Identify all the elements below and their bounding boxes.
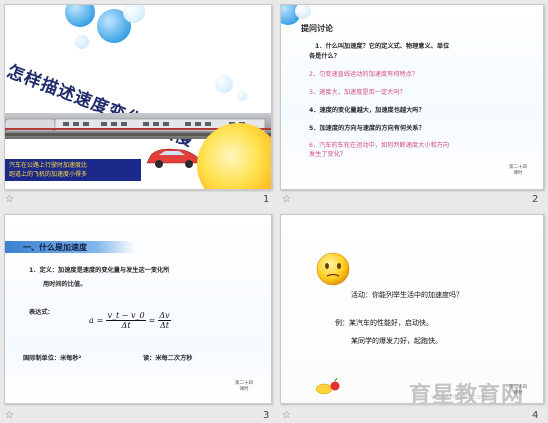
slide-number: 1: [263, 194, 270, 205]
question-4: 4．速度的变化量越大，加速度也越大吗？: [309, 107, 425, 114]
slide-footer: 第二十四 课时: [503, 165, 533, 177]
decor-bubble: [295, 5, 311, 19]
question-1-line-2: 各是什么？: [309, 53, 340, 60]
question-3: 3．速度大，加速度是否一定大吗？: [309, 89, 406, 96]
formula-fraction-1: v_t − v_0 Δt: [106, 311, 146, 330]
footer-line-2: 课时: [513, 170, 523, 176]
question-6-line-2: 发生了变化？: [309, 151, 347, 158]
formula-denominator-1: Δt: [121, 321, 131, 330]
slide-number: 2: [532, 194, 539, 205]
decor-bubble: [75, 35, 89, 49]
slide-thumbnail-3[interactable]: 一、什么是加速度 1．定义：加速度是速度的变化量与发生这一变化所 用时间的比值。…: [4, 214, 272, 404]
definition-line-1: 1．定义：加速度是速度的变化量与发生这一变化所: [29, 267, 170, 274]
question-2: 2．匀变速直线运动的加速度有何特点？: [309, 71, 419, 78]
slide-number: 3: [263, 410, 270, 421]
example-1: 例：某汽车的性能好，启动快。: [335, 319, 433, 327]
slide-thumbnail-2[interactable]: 提问讨论 1．什么叫加速度？它的定义式、物理意义、单位 各是什么？ 2．匀变速直…: [280, 4, 544, 190]
caption-box: 汽车在公路上行驶时加速度比 跑道上的飞机的加速度小得多: [5, 159, 141, 181]
question-5: 5．加速度的方向与速度的方向有何关系？: [309, 125, 425, 132]
slide-thumbnail-1[interactable]: 怎样描述速度变化的快慢 汽车在公路上行驶时加速度比 跑道上的飞机的加速度小得多: [4, 4, 272, 190]
unit-reading: 读：米每二次方秒: [143, 355, 193, 362]
slide-star-icon: ☆: [5, 194, 14, 205]
activity-prompt: 活动：你能列举生活中的加速度吗？: [351, 291, 463, 299]
unit-line: 国际制单位：米每秒²: [23, 355, 82, 362]
expression-label: 表达式：: [29, 309, 54, 316]
slide-thumbnail-4[interactable]: 活动：你能列举生活中的加速度吗？ 例：某汽车的性能好，启动快。 某同学的爆发力好…: [280, 214, 544, 404]
caption-line-1: 汽车在公路上行驶时加速度比: [9, 162, 88, 169]
slide-number: 4: [532, 410, 539, 421]
acceleration-formula: a = v_t − v_0 Δt = Δv Δt: [89, 311, 171, 330]
slide-heading: 一、什么是加速度: [23, 243, 87, 252]
slide-footer: 第二十四 课时: [229, 381, 259, 393]
slide-heading: 提问讨论: [301, 24, 333, 33]
formula-fraction-2: Δv Δt: [158, 311, 171, 330]
definition-line-2: 用时间的比值。: [43, 281, 87, 288]
formula-denominator-2: Δt: [159, 321, 169, 330]
slide-star-icon: ☆: [5, 410, 14, 421]
decor-bubble: [237, 91, 247, 101]
fruit-decoration: [315, 377, 340, 395]
decor-bubble: [123, 5, 145, 23]
question-1-line-1: 1．什么叫加速度？它的定义式、物理意义、单位: [315, 43, 450, 50]
slide-footer: 第二十四 课时: [503, 385, 533, 397]
caption-line-2: 跑道上的飞机的加速度小得多: [9, 171, 88, 178]
formula-numerator-1: v_t − v_0: [106, 311, 146, 321]
formula-equals-2: =: [148, 316, 156, 325]
question-6-line-1: 6．汽车的车轮在运动中，如何判断速度大小和方向: [309, 142, 450, 149]
example-2: 某同学的爆发力好，起跑快。: [351, 337, 442, 345]
decor-bubble: [215, 75, 233, 93]
red-car-illustration: [146, 148, 201, 168]
footer-line-2: 课时: [239, 386, 249, 392]
formula-equals: =: [96, 316, 104, 325]
thinking-face-icon: [316, 252, 350, 286]
slide-star-icon: ☆: [282, 410, 291, 421]
formula-numerator-2: Δv: [158, 311, 171, 321]
watermark-url: www.ht033.com: [431, 393, 488, 401]
formula-a: a: [89, 316, 94, 325]
slide-star-icon: ☆: [282, 194, 291, 205]
footer-line-2: 课时: [513, 390, 523, 396]
decor-bubble: [65, 5, 95, 27]
